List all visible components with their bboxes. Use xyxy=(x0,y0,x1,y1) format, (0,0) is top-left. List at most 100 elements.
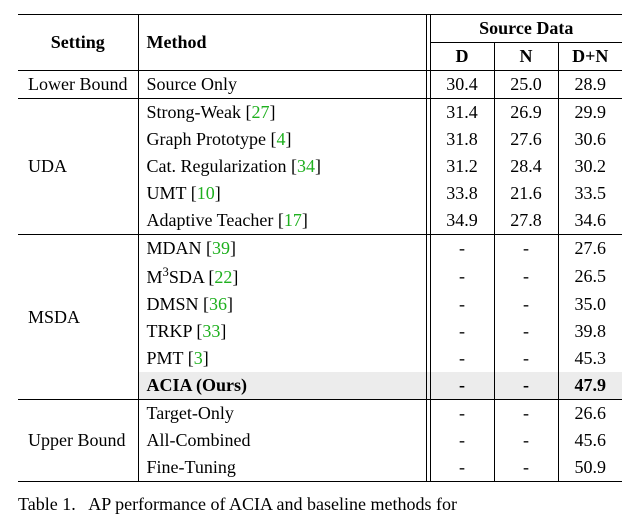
table-head: Setting Method Source Data D N D+N xyxy=(18,15,622,71)
value-cell: 33.5 xyxy=(558,180,622,207)
citation-ref: 4 xyxy=(276,129,285,149)
citation-ref: 17 xyxy=(284,210,302,230)
method-cell: ACIA (Ours) xyxy=(138,372,426,400)
method-name: Fine-Tuning xyxy=(147,457,236,477)
value-cell: 29.9 xyxy=(558,99,622,127)
value-cell: 27.8 xyxy=(494,207,558,235)
value-cell: 30.6 xyxy=(558,126,622,153)
citation-ref: 3 xyxy=(194,348,203,368)
table-row: Lower Bound Source Only 30.425.028.9 xyxy=(18,71,622,99)
value-cell: 31.8 xyxy=(430,126,494,153)
value-cell: 25.0 xyxy=(494,71,558,99)
method-cell: DMSN [36] xyxy=(138,291,426,318)
value-cell: 28.9 xyxy=(558,71,622,99)
method-cell: Cat. Regularization [34] xyxy=(138,153,426,180)
method-cell: UMT [10] xyxy=(138,180,426,207)
method-name: Cat. Regularization xyxy=(147,156,287,176)
value-cell: - xyxy=(494,427,558,454)
table-row: UDAStrong-Weak [27]31.426.929.9 xyxy=(18,99,622,127)
table-row: Upper BoundTarget-Only--26.6 xyxy=(18,400,622,428)
method-cell: PMT [3] xyxy=(138,345,426,372)
citation-ref: 33 xyxy=(202,321,220,341)
value-cell: - xyxy=(430,427,494,454)
col-header-method: Method xyxy=(138,15,426,71)
value-cell: - xyxy=(430,345,494,372)
value-cell: 27.6 xyxy=(494,126,558,153)
value-cell: - xyxy=(494,262,558,291)
table-caption: Table 1. AP performance of ACIA and base… xyxy=(18,492,622,516)
value-cell: - xyxy=(494,345,558,372)
col-header-setting: Setting xyxy=(18,15,138,71)
value-cell: - xyxy=(494,291,558,318)
method-cell: Source Only xyxy=(138,71,426,99)
value-cell: - xyxy=(430,291,494,318)
method-name: Adaptive Teacher xyxy=(147,210,274,230)
value-cell: 35.0 xyxy=(558,291,622,318)
value-cell: 33.8 xyxy=(430,180,494,207)
method-name: PMT xyxy=(147,348,184,368)
method-cell: TRKP [33] xyxy=(138,318,426,345)
method-cell: Target-Only xyxy=(138,400,426,428)
method-name: TRKP xyxy=(147,321,192,341)
method-cell: Adaptive Teacher [17] xyxy=(138,207,426,235)
value-cell: 50.9 xyxy=(558,454,622,482)
citation-ref: 34 xyxy=(297,156,315,176)
method-name: UMT xyxy=(147,183,187,203)
value-cell: 26.5 xyxy=(558,262,622,291)
method-name: ACIA (Ours) xyxy=(147,375,248,395)
method-name: M3SDA xyxy=(147,267,204,287)
method-cell: M3SDA [22] xyxy=(138,262,426,291)
table-body: Lower BoundSource Only30.425.028.9UDAStr… xyxy=(18,71,622,482)
group-setting: Lower Bound xyxy=(18,71,138,99)
value-cell: - xyxy=(430,235,494,263)
results-table: Setting Method Source Data D N D+N Lower… xyxy=(18,14,622,482)
value-cell: 34.6 xyxy=(558,207,622,235)
table-row: MSDAMDAN [39]--27.6 xyxy=(18,235,622,263)
group-setting: MSDA xyxy=(18,235,138,400)
value-cell: - xyxy=(494,372,558,400)
method-cell: All-Combined xyxy=(138,427,426,454)
value-cell: - xyxy=(430,372,494,400)
value-cell: - xyxy=(430,400,494,428)
value-cell: - xyxy=(430,262,494,291)
method-name: Source Only xyxy=(147,74,237,94)
method-name: Target-Only xyxy=(147,403,234,423)
value-cell: 45.6 xyxy=(558,427,622,454)
value-cell: 34.9 xyxy=(430,207,494,235)
value-cell: - xyxy=(430,454,494,482)
value-cell: 30.4 xyxy=(430,71,494,99)
value-cell: 27.6 xyxy=(558,235,622,263)
value-cell: 30.2 xyxy=(558,153,622,180)
table-figure: Setting Method Source Data D N D+N Lower… xyxy=(0,0,640,516)
citation-ref: 22 xyxy=(214,267,232,287)
method-name: Strong-Weak xyxy=(147,102,242,122)
value-cell: 39.8 xyxy=(558,318,622,345)
method-cell: Fine-Tuning xyxy=(138,454,426,482)
value-cell: 47.9 xyxy=(558,372,622,400)
method-cell: MDAN [39] xyxy=(138,235,426,263)
col-header-dn: D+N xyxy=(558,43,622,71)
col-header-d: D xyxy=(430,43,494,71)
method-name: DMSN xyxy=(147,294,199,314)
value-cell: 26.6 xyxy=(558,400,622,428)
method-cell: Strong-Weak [27] xyxy=(138,99,426,127)
value-cell: - xyxy=(430,318,494,345)
group-setting: UDA xyxy=(18,99,138,235)
method-cell: Graph Prototype [4] xyxy=(138,126,426,153)
citation-ref: 27 xyxy=(252,102,270,122)
citation-ref: 39 xyxy=(212,238,230,258)
value-cell: 28.4 xyxy=(494,153,558,180)
value-cell: 31.2 xyxy=(430,153,494,180)
value-cell: 45.3 xyxy=(558,345,622,372)
value-cell: 31.4 xyxy=(430,99,494,127)
method-name: All-Combined xyxy=(147,430,251,450)
value-cell: - xyxy=(494,400,558,428)
value-cell: 21.6 xyxy=(494,180,558,207)
caption-fragment: AP performance of ACIA and baseline meth… xyxy=(88,494,457,514)
method-name: Graph Prototype xyxy=(147,129,266,149)
value-cell: - xyxy=(494,318,558,345)
value-cell: - xyxy=(494,454,558,482)
group-setting: Upper Bound xyxy=(18,400,138,482)
citation-ref: 36 xyxy=(209,294,227,314)
value-cell: - xyxy=(494,235,558,263)
